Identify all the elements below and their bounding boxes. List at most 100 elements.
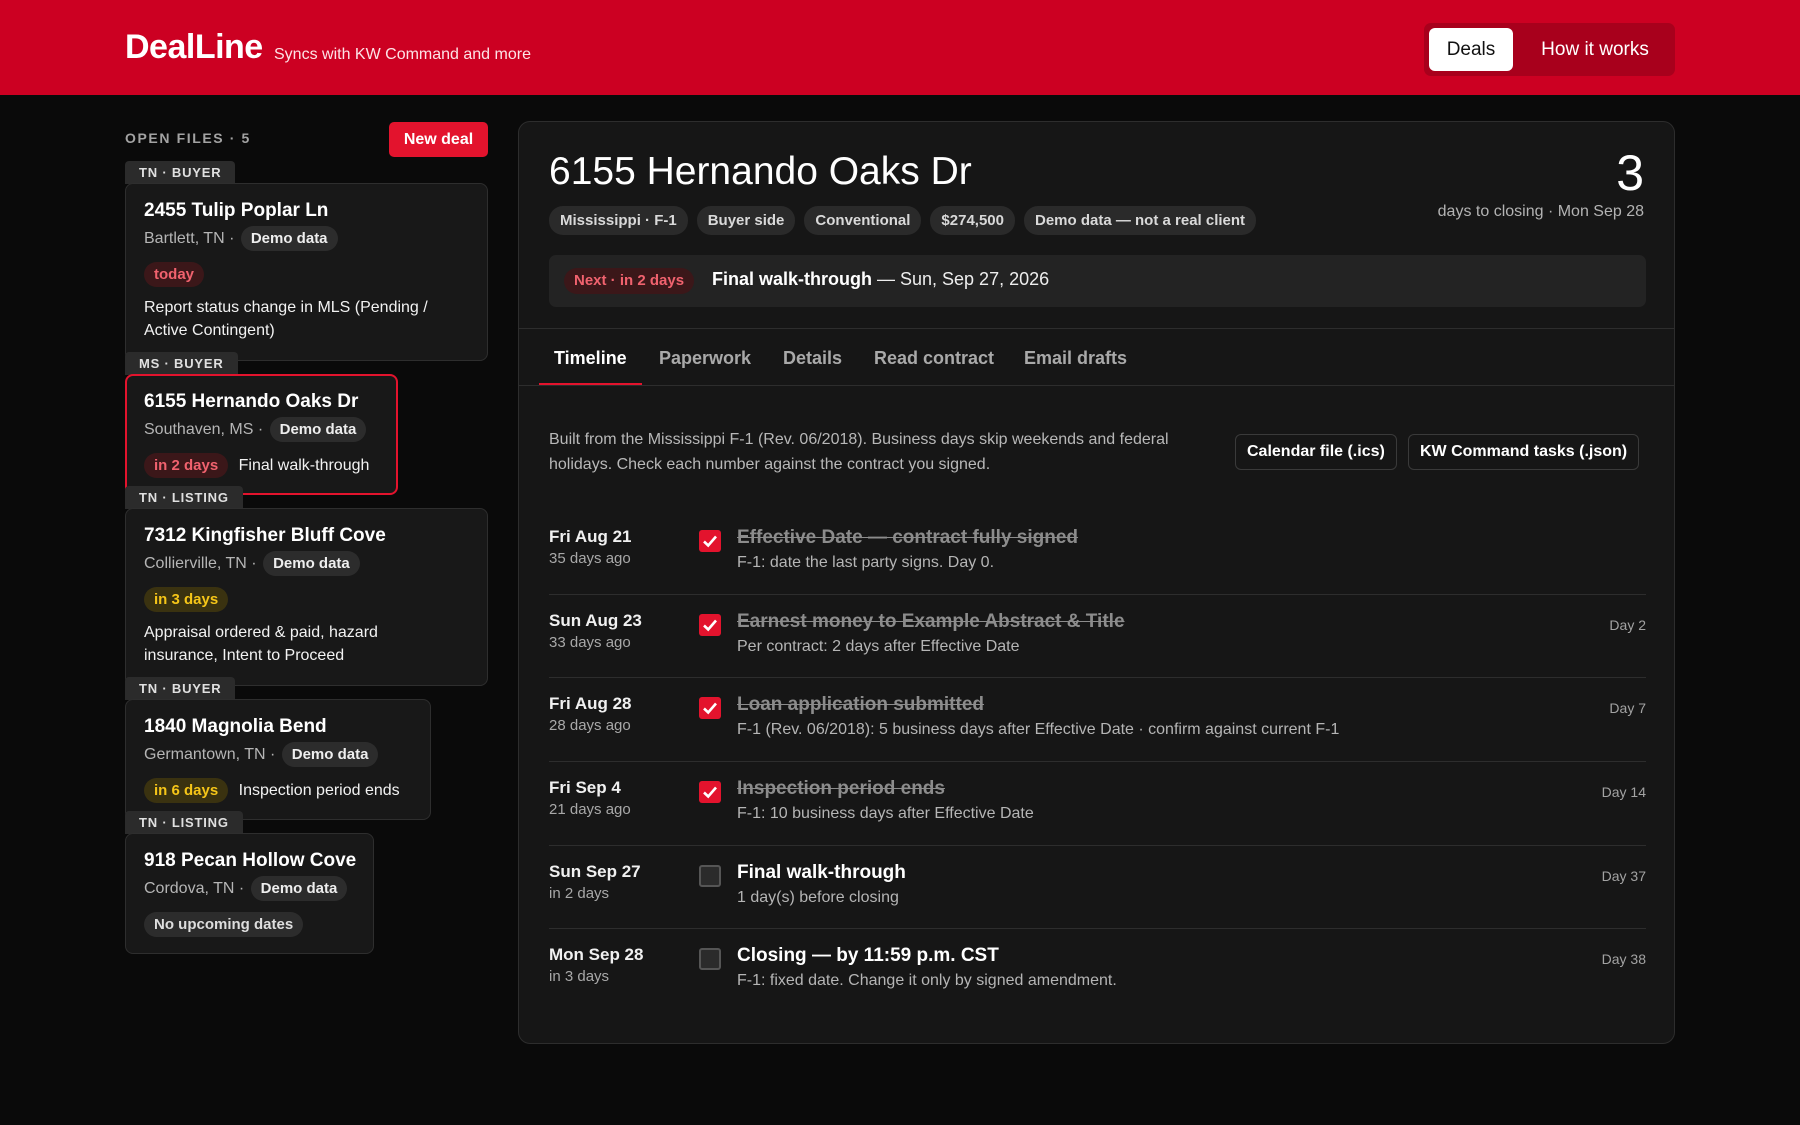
due-badge: in 6 days [144,778,229,803]
tab-details[interactable]: Details [783,348,842,369]
days-to-closing-label: days to closing · Mon Sep 28 [1437,203,1644,220]
timeline-row: Fri Aug 21 35 days ago Effective Date — … [549,527,1646,611]
demo-badge: Demo data [263,551,360,576]
check-icon [703,702,717,715]
chip-side: Buyer side [696,206,796,235]
due-badge: in 2 days [144,453,229,478]
deal-next-task: Inspection period ends [238,782,400,799]
row-title: Inspection period ends [737,778,945,799]
deal-card-selected[interactable]: 6155 Hernando Oaks Dr Southaven, MS · De… [125,374,398,495]
deal-location: Germantown, TN · Demo data [144,742,379,767]
row-date: Fri Sep 4 [549,778,621,797]
demo-badge: Demo data [269,417,367,442]
deal-detail-panel: 6155 Hernando Oaks Dr Mississippi · F-1 … [518,121,1675,1044]
divider [549,928,1646,929]
row-relative: in 2 days [549,885,610,902]
nav-how-it-works[interactable]: How it works [1520,28,1670,71]
row-day-number: Day 2 [1609,617,1646,633]
timeline-row: Sun Sep 27 in 2 days Final walk-through … [549,862,1646,946]
open-files-heading: OPEN FILES · 5 [125,130,251,146]
row-day-number: Day 37 [1601,868,1646,884]
row-detail: F-1: 10 business days after Effective Da… [737,805,1034,822]
chip-loan-type: Conventional [804,206,922,235]
tab-timeline[interactable]: Timeline [554,348,627,369]
tab-paperwork[interactable]: Paperwork [659,348,751,369]
row-detail: 1 day(s) before closing [737,889,899,906]
timeline-row: Sun Aug 23 33 days ago Earnest money to … [549,611,1646,695]
row-date: Fri Aug 21 [549,527,632,546]
check-icon [703,619,717,632]
row-date: Mon Sep 28 [549,945,644,964]
row-detail: F-1: date the last party signs. Day 0. [737,554,995,571]
days-to-closing-count: 3 [1616,145,1644,201]
row-relative: 28 days ago [549,717,631,734]
chip-demo: Demo data — not a real client [1024,206,1257,235]
demo-badge: Demo data [281,742,379,767]
divider [549,677,1646,678]
deal-location: Southaven, MS · Demo data [144,417,367,442]
deal-location: Bartlett, TN · Demo data [144,226,338,251]
demo-badge: Demo data [240,226,338,251]
calendar-export-button[interactable]: Calendar file (.ics) [1235,434,1397,470]
deal-card[interactable]: 7312 Kingfisher Bluff Cove Collierville,… [125,508,488,686]
deal-name: 918 Pecan Hollow Cove [144,850,357,871]
deal-card[interactable]: 1840 Magnolia Bend Germantown, TN · Demo… [125,699,431,820]
deal-title: 6155 Hernando Oaks Dr [549,150,972,193]
row-detail: F-1: fixed date. Change it only by signe… [737,972,1117,989]
timeline-row: Mon Sep 28 in 3 days Closing — by 11:59 … [549,945,1646,1029]
deal-name: 1840 Magnolia Bend [144,716,327,737]
row-date: Fri Aug 28 [549,694,632,713]
deal-card[interactable]: 918 Pecan Hollow Cove Cordova, TN · Demo… [125,833,374,954]
checkbox-unchecked[interactable] [699,865,721,887]
tab-email-drafts[interactable]: Email drafts [1024,348,1127,369]
next-event-bar: Next · in 2 days Final walk-through — Su… [549,255,1646,307]
row-detail: Per contract: 2 days after Effective Dat… [737,638,1020,655]
app-tagline: Syncs with KW Command and more [274,46,531,63]
deal-tag: TN · BUYER [125,161,236,184]
row-relative: in 3 days [549,968,610,985]
row-day-number: Day 38 [1601,951,1646,967]
checkbox-checked[interactable] [699,697,721,719]
deal-location: Collierville, TN · Demo data [144,551,360,576]
deal-tag: TN · LISTING [125,486,243,509]
main-nav: Deals How it works [1424,23,1675,76]
row-title: Final walk-through [737,862,906,883]
kw-command-export-button[interactable]: KW Command tasks (.json) [1408,434,1640,470]
checkbox-checked[interactable] [699,781,721,803]
demo-badge: Demo data [250,876,348,901]
next-event-text: Final walk-through — Sun, Sep 27, 2026 [712,269,1050,289]
checkbox-unchecked[interactable] [699,948,721,970]
due-badge: No upcoming dates [144,912,304,937]
deal-name: 6155 Hernando Oaks Dr [144,391,359,412]
row-day-number: Day 14 [1601,784,1646,800]
check-icon [703,786,717,799]
deal-chips: Mississippi · F-1 Buyer side Conventiona… [549,206,1257,235]
deal-next-task: Final walk-through [238,457,370,474]
new-deal-button[interactable]: New deal [389,122,488,157]
app-logo[interactable]: DealLine [125,28,263,67]
check-icon [703,535,717,548]
checkbox-checked[interactable] [699,530,721,552]
deal-card[interactable]: 2455 Tulip Poplar Ln Bartlett, TN · Demo… [125,183,488,361]
row-title: Closing — by 11:59 p.m. CST [737,945,999,966]
row-date: Sun Sep 27 [549,862,641,881]
next-event-badge: Next · in 2 days [564,268,695,294]
due-badge: today [144,262,205,287]
nav-deals[interactable]: Deals [1429,28,1513,71]
row-relative: 35 days ago [549,550,631,567]
row-relative: 33 days ago [549,634,631,651]
deal-next-task: Report status change in MLS (Pending / A… [144,299,428,339]
deal-name: 7312 Kingfisher Bluff Cove [144,525,386,546]
divider [519,385,1674,386]
tab-read-contract[interactable]: Read contract [874,348,994,369]
chip-price: $274,500 [930,206,1015,235]
row-title: Effective Date — contract fully signed [737,527,1079,548]
row-detail: F-1 (Rev. 06/2018): 5 business days afte… [737,721,1340,738]
deal-location: Cordova, TN · Demo data [144,876,348,901]
checkbox-checked[interactable] [699,614,721,636]
row-title: Earnest money to Example Abstract & Titl… [737,611,1125,632]
divider [519,328,1674,329]
divider [549,845,1646,846]
timeline-row: Fri Sep 4 21 days ago Inspection period … [549,778,1646,862]
top-bar: DealLine Syncs with KW Command and more … [0,0,1800,95]
